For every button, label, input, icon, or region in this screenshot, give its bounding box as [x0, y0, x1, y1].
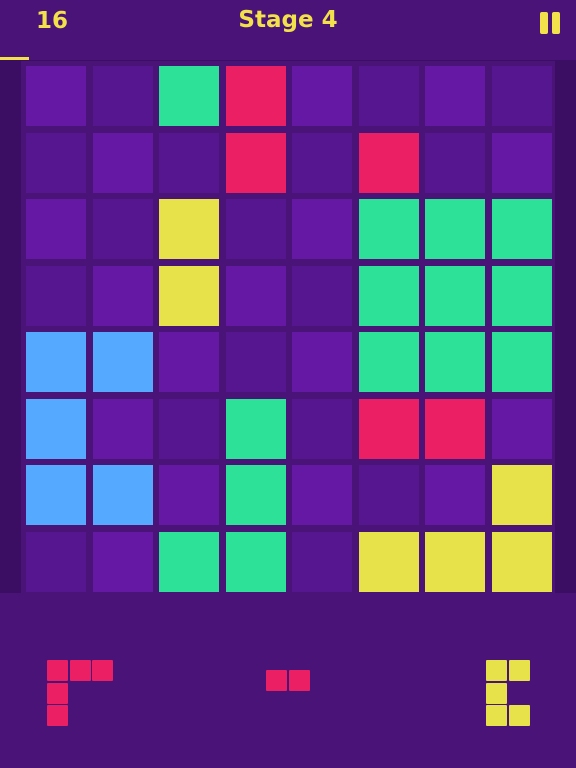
pause-button[interactable] — [540, 12, 562, 34]
empty-cell[interactable] — [292, 465, 352, 525]
empty-cell[interactable] — [491, 66, 552, 126]
empty-cell[interactable] — [225, 265, 286, 326]
piece-block — [47, 705, 68, 726]
yellow-tile[interactable] — [358, 531, 419, 592]
green-tile[interactable] — [425, 332, 485, 392]
empty-cell[interactable] — [491, 132, 552, 193]
yellow-tile[interactable] — [425, 531, 485, 592]
empty-cell[interactable] — [292, 332, 352, 392]
empty-cell[interactable] — [92, 199, 153, 259]
empty-cell[interactable] — [425, 132, 485, 193]
top-bar: 16 Stage 4 — [0, 0, 576, 60]
green-tile[interactable] — [358, 199, 419, 259]
yellow-tile[interactable] — [491, 531, 552, 592]
yellow-tile[interactable] — [159, 265, 219, 326]
blue-tile[interactable] — [92, 465, 153, 525]
yellow-tile[interactable] — [491, 465, 552, 525]
piece-tray — [0, 593, 576, 768]
blue-tile[interactable] — [26, 398, 86, 459]
red-tile[interactable] — [358, 132, 419, 193]
game-board — [21, 61, 555, 593]
green-tile[interactable] — [491, 265, 552, 326]
blue-tile[interactable] — [26, 332, 86, 392]
empty-cell[interactable] — [26, 199, 86, 259]
empty-cell[interactable] — [225, 332, 286, 392]
pause-icon — [552, 12, 560, 34]
red-tile[interactable] — [358, 398, 419, 459]
blue-tile[interactable] — [26, 465, 86, 525]
piece-block — [92, 660, 113, 681]
empty-cell[interactable] — [425, 465, 485, 525]
piece-block — [486, 705, 507, 726]
green-tile[interactable] — [425, 199, 485, 259]
green-tile[interactable] — [225, 465, 286, 525]
empty-cell[interactable] — [92, 265, 153, 326]
green-tile[interactable] — [491, 332, 552, 392]
piece-block — [47, 660, 68, 681]
pause-icon — [540, 12, 548, 34]
empty-cell[interactable] — [159, 465, 219, 525]
piece-block — [69, 660, 91, 681]
green-tile[interactable] — [225, 531, 286, 592]
empty-cell[interactable] — [292, 398, 352, 459]
empty-cell[interactable] — [292, 265, 352, 326]
empty-cell[interactable] — [159, 332, 219, 392]
red-tile[interactable] — [425, 398, 485, 459]
piece-block — [486, 660, 507, 681]
empty-cell[interactable] — [292, 531, 352, 592]
game-screen: 16 Stage 4 — [0, 0, 576, 768]
piece-block — [508, 705, 530, 726]
empty-cell[interactable] — [92, 132, 153, 193]
empty-cell[interactable] — [26, 66, 86, 126]
empty-cell[interactable] — [491, 398, 552, 459]
yellow-tile[interactable] — [159, 199, 219, 259]
empty-cell[interactable] — [26, 531, 86, 592]
green-tile[interactable] — [425, 265, 485, 326]
empty-cell[interactable] — [358, 465, 419, 525]
green-tile[interactable] — [358, 265, 419, 326]
empty-cell[interactable] — [159, 132, 219, 193]
empty-cell[interactable] — [358, 66, 419, 126]
empty-cell[interactable] — [292, 199, 352, 259]
piece-block — [508, 660, 530, 681]
empty-cell[interactable] — [425, 66, 485, 126]
empty-cell[interactable] — [225, 199, 286, 259]
red-tile[interactable] — [225, 66, 286, 126]
empty-cell[interactable] — [159, 398, 219, 459]
blue-tile[interactable] — [92, 332, 153, 392]
green-tile[interactable] — [159, 66, 219, 126]
green-tile[interactable] — [358, 332, 419, 392]
piece-block — [47, 682, 68, 704]
red-tile[interactable] — [225, 132, 286, 193]
green-tile[interactable] — [159, 531, 219, 592]
empty-cell[interactable] — [26, 132, 86, 193]
piece-block — [288, 670, 310, 691]
green-tile[interactable] — [225, 398, 286, 459]
empty-cell[interactable] — [292, 132, 352, 193]
stage-title: Stage 4 — [238, 7, 338, 33]
piece-block — [486, 682, 507, 704]
empty-cell[interactable] — [292, 66, 352, 126]
empty-cell[interactable] — [92, 66, 153, 126]
piece-block — [266, 670, 287, 691]
empty-cell[interactable] — [92, 398, 153, 459]
empty-cell[interactable] — [92, 531, 153, 592]
green-tile[interactable] — [491, 199, 552, 259]
empty-cell[interactable] — [26, 265, 86, 326]
